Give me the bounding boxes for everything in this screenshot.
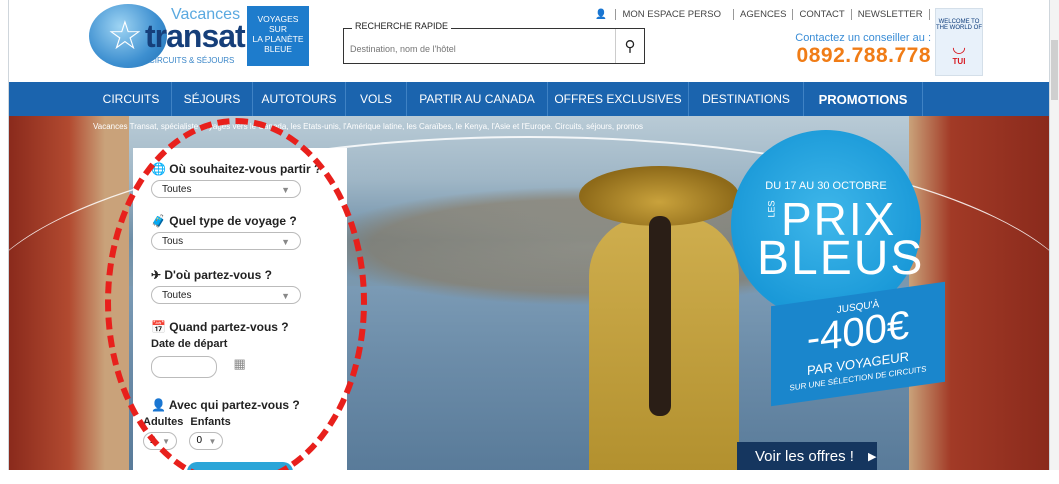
tui-welcome: WELCOME TO THE WORLD OF — [936, 19, 982, 31]
promo-bleus: BLEUS — [757, 232, 925, 285]
link-agences[interactable]: AGENCES — [733, 9, 792, 20]
tui-smile-icon: ◡ — [952, 39, 966, 56]
browser-viewport: ☆ Vacances transat CIRCUITS & SÉJOURS VO… — [8, 0, 1050, 470]
slogan-line: SUR — [269, 24, 287, 34]
site-header: ☆ Vacances transat CIRCUITS & SÉJOURS VO… — [9, 0, 1049, 82]
nav-item-canada[interactable]: PARTIR AU CANADA — [406, 82, 547, 116]
tui-brand: TUI — [952, 57, 966, 66]
quick-search: RECHERCHE RAPIDE ⚲ — [343, 21, 645, 64]
logo-subtitle: CIRCUITS & SÉJOURS — [149, 56, 235, 65]
page-scrollbar[interactable] — [1050, 0, 1059, 470]
slogan-badge: VOYAGES SUR LA PLANÈTE BLEUE — [247, 6, 309, 66]
voir-offres-label: Voir les offres ! — [755, 447, 854, 465]
nav-item-offres[interactable]: OFFRES EXCLUSIVES — [547, 82, 688, 116]
link-espace-perso[interactable]: 👤 MON ESPACE PERSO — [583, 9, 733, 20]
site-logo[interactable]: ☆ Vacances transat CIRCUITS & SÉJOURS — [89, 4, 259, 70]
logo-transat: transat — [145, 18, 246, 54]
contact-phone[interactable]: 0892.788.778 — [755, 44, 931, 68]
search-icon: ⚲ — [624, 38, 636, 55]
promo-les: LES — [766, 200, 777, 218]
promo-dates: DU 17 AU 30 OCTOBRE — [765, 180, 887, 192]
slogan-line: LA PLANÈTE — [252, 34, 304, 44]
tui-badge[interactable]: WELCOME TO THE WORLD OF ◡ TUI — [935, 8, 983, 76]
contact-label: Contactez un conseiller au : — [795, 32, 931, 44]
slogan-line: BLEUE — [264, 44, 292, 54]
quick-search-input[interactable] — [348, 39, 622, 59]
nav-item-circuits[interactable]: CIRCUITS — [91, 82, 171, 116]
main-nav: CIRCUITS SÉJOURS AUTOTOURS VOLS PARTIR A… — [9, 82, 1049, 116]
nav-item-destinations[interactable]: DESTINATIONS — [688, 82, 803, 116]
star-logo-icon: ☆ — [107, 14, 143, 58]
top-links: 👤 MON ESPACE PERSO AGENCES CONTACT NEWSL… — [583, 9, 964, 20]
quick-search-label: RECHERCHE RAPIDE — [352, 21, 452, 31]
link-label: MON ESPACE PERSO — [615, 9, 728, 20]
scrollbar-thumb[interactable] — [1051, 40, 1058, 100]
play-arrow-icon: ▶ — [867, 450, 877, 463]
user-icon: 👤 — [595, 9, 610, 20]
link-newsletter[interactable]: NEWSLETTER — [850, 9, 929, 20]
nav-item-autotours[interactable]: AUTOTOURS — [252, 82, 345, 116]
nav-item-vols[interactable]: VOLS — [345, 82, 406, 116]
nav-item-sejours[interactable]: SÉJOURS — [171, 82, 252, 116]
link-contact[interactable]: CONTACT — [792, 9, 850, 20]
annotation-dashed-circle — [105, 118, 367, 470]
slogan-line: VOYAGES — [257, 14, 299, 24]
nav-item-promotions[interactable]: PROMOTIONS — [803, 82, 923, 116]
voir-offres-button[interactable]: Voir les offres ! ▶ — [737, 442, 877, 470]
hero-caption: Vacances Transat, spécialiste voyages ve… — [93, 122, 644, 131]
search-button[interactable]: ⚲ — [615, 29, 644, 63]
contact-block: Contactez un conseiller au : 0892.788.77… — [755, 32, 931, 68]
